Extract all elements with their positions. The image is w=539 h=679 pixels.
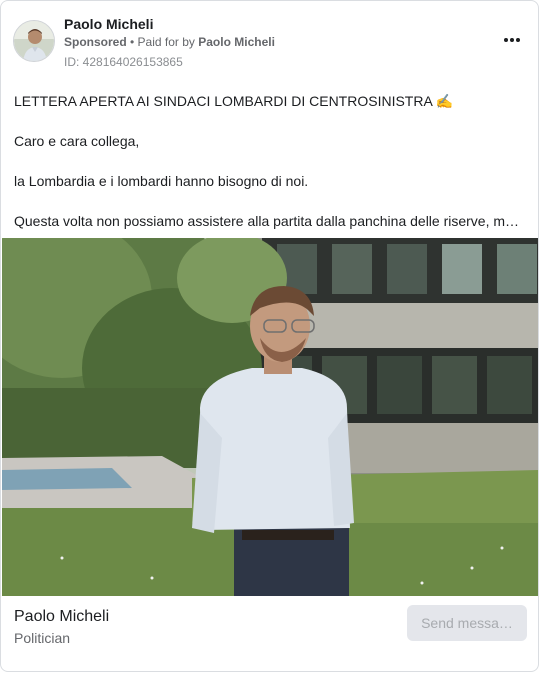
ad-footer: Paolo Micheli Politician Send messa… [1, 596, 538, 671]
footer-category: Politician [14, 630, 71, 646]
footer-page-name[interactable]: Paolo Micheli [14, 608, 109, 626]
body-line-title: LETTERA APERTA AI SINDACI LOMBARDI DI CE… [14, 93, 454, 109]
more-options-button[interactable] [498, 28, 526, 52]
paid-for-prefix: Paid for by [137, 35, 199, 49]
body-line-3: Questa volta non possiamo assistere alla… [14, 213, 524, 229]
sponsored-label: Sponsored [64, 35, 127, 49]
sponsored-line: Sponsored • Paid for by Paolo Micheli [64, 35, 275, 49]
avatar-image [14, 21, 54, 61]
send-message-button[interactable]: Send messa… [407, 605, 527, 641]
meta-separator: • [126, 35, 138, 49]
body-line-2: la Lombardia e i lombardi hanno bisogno … [14, 173, 309, 189]
more-options-icon [504, 38, 508, 42]
body-line-greeting: Caro e cara collega, [14, 133, 140, 149]
ad-header: Paolo Micheli Sponsored • Paid for by Pa… [13, 14, 526, 72]
advertiser-name[interactable]: Paolo Micheli [64, 16, 153, 32]
send-message-label: Send messa… [421, 615, 513, 631]
ad-photo[interactable] [2, 238, 539, 596]
ad-card: Paolo Micheli Sponsored • Paid for by Pa… [0, 0, 539, 672]
payer-name: Paolo Micheli [198, 35, 275, 49]
more-options-dot [516, 38, 520, 42]
ad-id: ID: 428164026153865 [64, 55, 183, 69]
avatar[interactable] [13, 20, 55, 62]
more-options-dot [510, 38, 514, 42]
ad-body: LETTERA APERTA AI SINDACI LOMBARDI DI CE… [14, 92, 524, 252]
